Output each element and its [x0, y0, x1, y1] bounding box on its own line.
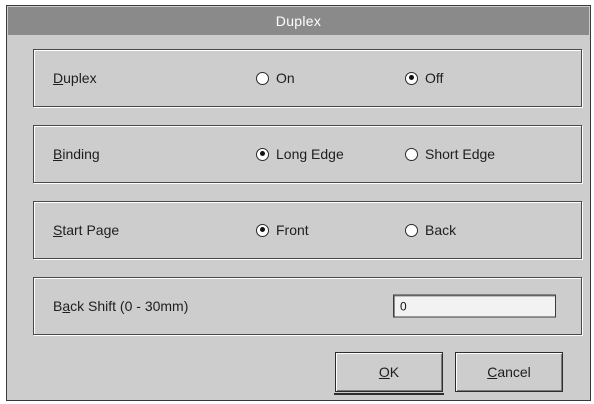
binding-group: Binding Long Edge Short Edge	[33, 125, 582, 183]
back-shift-group: Back Shift (0 - 30mm) 0	[33, 277, 582, 335]
cancel-button[interactable]: Cancel	[455, 352, 563, 392]
duplex-off-radio[interactable]: Off	[405, 70, 443, 86]
binding-long-edge-radio[interactable]: Long Edge	[256, 146, 344, 162]
radio-indicator-icon	[405, 147, 418, 161]
radio-indicator-icon	[405, 71, 418, 85]
start-page-back-radio[interactable]: Back	[405, 222, 456, 238]
ok-button[interactable]: OK	[334, 352, 444, 395]
start-page-group: Start Page Front Back	[33, 201, 582, 259]
duplex-group: Duplex On Off	[33, 49, 582, 107]
binding-short-edge-radio[interactable]: Short Edge	[405, 146, 495, 162]
radio-indicator-icon	[256, 147, 269, 161]
back-shift-value: 0	[400, 299, 407, 313]
radio-indicator-icon	[405, 223, 418, 237]
duplex-on-radio[interactable]: On	[256, 70, 295, 86]
duplex-dialog: Duplex Duplex On Off Binding Long Edge S…	[6, 5, 591, 401]
dialog-title-bar: Duplex	[8, 7, 589, 35]
back-shift-label: Back Shift (0 - 30mm)	[53, 298, 189, 314]
dialog-title: Duplex	[275, 13, 322, 29]
start-page-front-radio[interactable]: Front	[256, 222, 309, 238]
binding-label: Binding	[53, 146, 100, 162]
start-page-label: Start Page	[53, 222, 120, 238]
back-shift-input[interactable]: 0	[393, 294, 556, 318]
radio-indicator-icon	[256, 223, 269, 237]
duplex-label: Duplex	[53, 70, 97, 86]
radio-indicator-icon	[256, 71, 269, 85]
